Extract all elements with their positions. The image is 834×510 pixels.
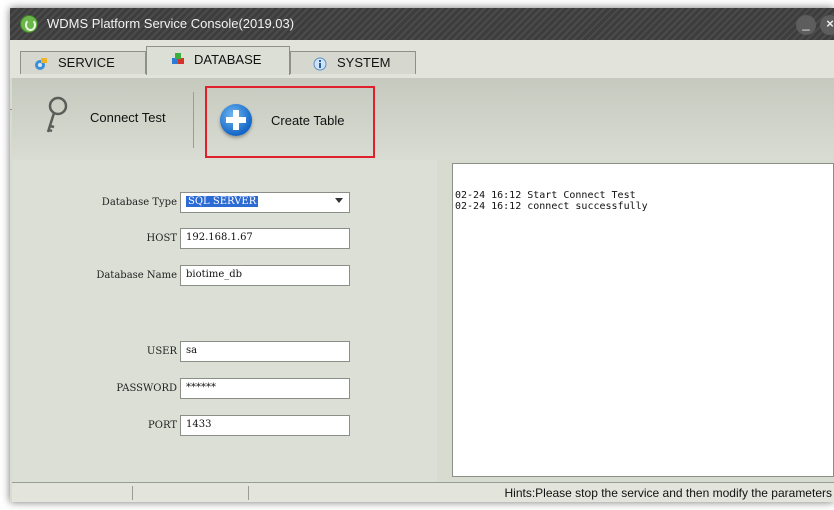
password-input[interactable]: ******	[180, 378, 350, 399]
key-icon	[46, 96, 68, 133]
tab-database-label: DATABASE	[194, 52, 262, 67]
status-divider	[248, 486, 249, 500]
database-icon	[172, 53, 184, 64]
title-bar[interactable]: WDMS Platform Service Console(2019.03) _…	[10, 8, 834, 40]
tab-strip: SERVICE DATABASE SYSTEM	[10, 40, 834, 110]
window-title: WDMS Platform Service Console(2019.03)	[47, 16, 295, 31]
app-logo-icon	[20, 15, 38, 33]
database-name-label: Database Name	[96, 270, 177, 281]
log-output[interactable]: 02-24 16:12 Start Connect Test 02-24 16:…	[452, 163, 834, 477]
port-label: PORT	[148, 420, 177, 431]
database-form: Database Type SQL SERVER HOST 192.168.1.…	[12, 160, 437, 482]
toolbar-separator	[193, 92, 194, 148]
user-input[interactable]: sa	[180, 341, 350, 362]
password-label: PASSWORD	[116, 383, 177, 394]
service-gear-icon	[35, 58, 47, 70]
database-type-select[interactable]: SQL SERVER	[180, 192, 350, 213]
log-line: 02-24 16:12 connect successfully	[455, 201, 648, 212]
tab-service[interactable]: SERVICE	[20, 51, 146, 74]
host-input[interactable]: 192.168.1.67	[180, 228, 350, 249]
database-type-label: Database Type	[101, 197, 177, 208]
create-table-label: Create Table	[271, 113, 345, 128]
database-name-input[interactable]: biotime_db	[180, 265, 350, 286]
minimize-button[interactable]: _	[796, 15, 816, 35]
tab-database[interactable]: DATABASE	[146, 46, 290, 75]
status-hints: Hints:Please stop the service and then m…	[504, 486, 832, 500]
create-table-button[interactable]: Create Table	[205, 86, 375, 158]
connect-test-button[interactable]: Connect Test	[32, 94, 192, 142]
database-type-value: SQL SERVER	[186, 196, 259, 207]
log-line: 02-24 16:12 Start Connect Test	[455, 190, 636, 201]
tab-service-label: SERVICE	[58, 55, 115, 70]
user-label: USER	[146, 346, 177, 357]
host-label: HOST	[146, 233, 177, 244]
chevron-down-icon[interactable]	[335, 198, 343, 203]
status-divider	[132, 486, 133, 500]
plus-icon	[220, 104, 252, 136]
tab-system[interactable]: SYSTEM	[290, 51, 416, 74]
app-window: WDMS Platform Service Console(2019.03) _…	[10, 8, 834, 502]
info-icon	[313, 57, 327, 71]
toolbar: Connect Test Create Table	[12, 78, 834, 160]
connect-test-label: Connect Test	[90, 110, 166, 125]
tab-system-label: SYSTEM	[337, 55, 391, 70]
close-button[interactable]: ×	[820, 15, 834, 35]
port-input[interactable]: 1433	[180, 415, 350, 436]
status-bar: Hints:Please stop the service and then m…	[12, 482, 834, 502]
